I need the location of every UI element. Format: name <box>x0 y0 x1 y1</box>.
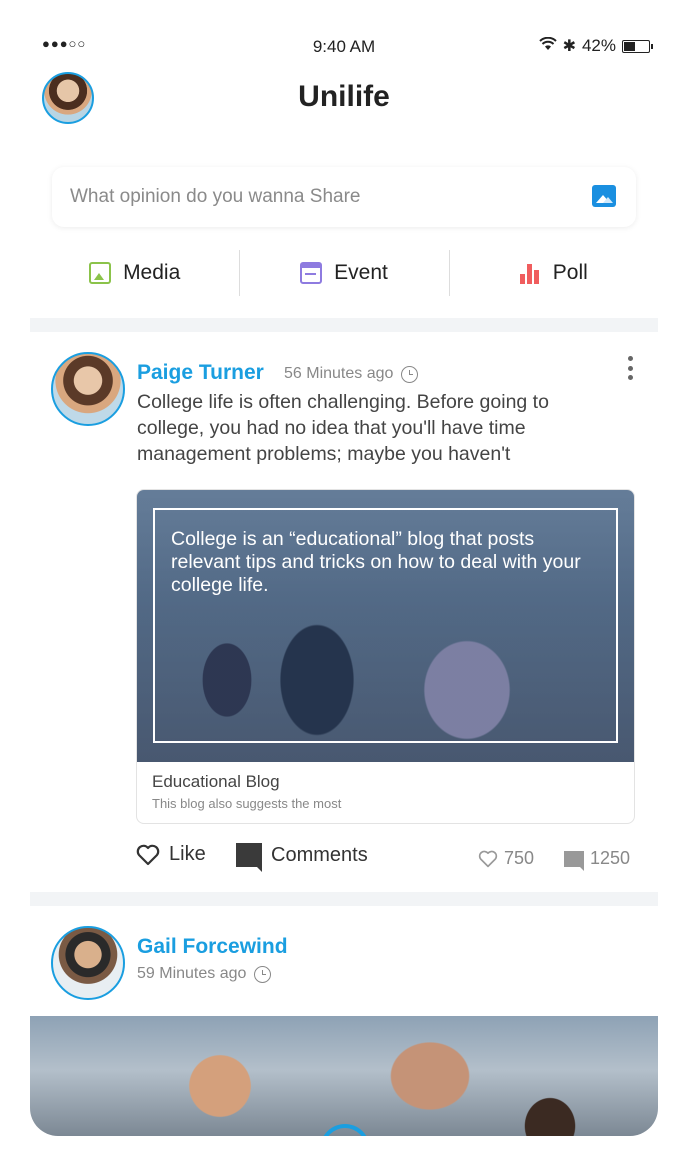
more-options-icon[interactable] <box>628 356 634 380</box>
like-label: Like <box>169 843 206 865</box>
comment-count-icon <box>564 850 584 871</box>
poll-label: Poll <box>552 261 588 284</box>
post-time-text: 56 Minutes ago <box>284 365 394 382</box>
post-author-avatar[interactable] <box>51 352 125 426</box>
post-timestamp: 59 Minutes ago <box>137 965 272 983</box>
comment-count: 1250 <box>564 848 631 871</box>
media-button[interactable]: Media <box>30 248 239 298</box>
link-card[interactable]: College is an “educational” blog that po… <box>136 489 635 824</box>
battery-fill <box>624 41 635 51</box>
card-subtitle: This blog also suggests the most <box>152 796 342 811</box>
comment-count-value: 1250 <box>590 848 631 868</box>
post-body: College life is often challenging. Befor… <box>137 391 549 465</box>
card-title: Educational Blog <box>152 772 280 791</box>
image-icon[interactable] <box>592 185 616 207</box>
like-count-value: 750 <box>504 848 535 868</box>
divider <box>30 892 658 906</box>
bluetooth-icon: ✱ <box>562 38 576 55</box>
media-icon <box>89 262 112 284</box>
opinion-input[interactable] <box>70 167 570 227</box>
page-title: Unilife <box>298 80 390 113</box>
event-button[interactable]: Event <box>239 248 448 298</box>
card-quote: College is an “educational” blog that po… <box>171 528 581 596</box>
divider <box>30 318 658 332</box>
post-author-avatar[interactable] <box>51 926 125 1000</box>
status-bar: ●●●○○ 9:40 AM ✱ 42% <box>30 0 658 70</box>
heart-icon <box>136 844 160 866</box>
post-time-text: 59 Minutes ago <box>137 965 247 982</box>
like-count: 750 <box>478 848 534 869</box>
post-author-name[interactable]: Paige Turner <box>137 361 264 385</box>
heart-outline-icon <box>478 850 498 868</box>
post-reactions: Like Comments 750 1250 <box>136 843 636 877</box>
media-label: Media <box>123 261 181 284</box>
phone-screen: ●●●○○ 9:40 AM ✱ 42% Unilife Media Event <box>30 0 658 1136</box>
clock-icon <box>401 365 419 383</box>
comment-icon <box>236 843 262 872</box>
like-button[interactable]: Like <box>136 843 206 866</box>
clock-icon <box>254 965 272 983</box>
event-label: Event <box>334 261 388 284</box>
comments-button[interactable]: Comments <box>236 843 368 872</box>
app-header: Unilife <box>30 70 658 130</box>
status-right: ✱ 42% <box>538 36 653 56</box>
battery-percent: 42% <box>581 36 616 55</box>
poll-icon <box>519 262 541 284</box>
post-composer <box>52 167 636 227</box>
battery-icon <box>622 39 653 53</box>
poll-button[interactable]: Poll <box>448 248 658 298</box>
wifi-icon <box>538 36 557 56</box>
post-image[interactable] <box>30 1016 658 1136</box>
post-author-name[interactable]: Gail Forcewind <box>137 935 288 959</box>
post-timestamp: 56 Minutes ago <box>284 365 419 383</box>
calendar-icon <box>300 262 323 284</box>
comments-label: Comments <box>271 843 368 866</box>
composer-actions: Media Event Poll <box>30 248 658 298</box>
